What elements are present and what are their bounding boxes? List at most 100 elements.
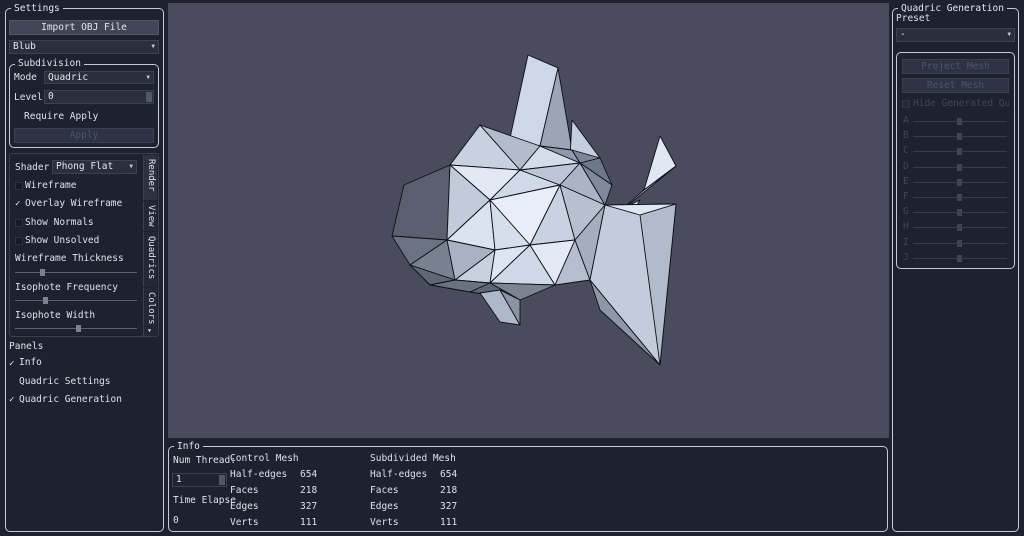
panel-toggle-info[interactable]: Info xyxy=(19,357,42,369)
slider-label-c: C xyxy=(903,145,909,157)
isophote-frequency-handle[interactable] xyxy=(43,297,48,304)
isophote-frequency-label: Isophote Frequency xyxy=(15,282,118,293)
control-verts-label: Verts xyxy=(230,517,259,528)
show-normals-checkbox[interactable] xyxy=(15,219,23,227)
subdivided-edges-value: 327 xyxy=(440,501,458,512)
subdivided-half-edges-label: Half-edges xyxy=(370,469,428,480)
3d-viewport[interactable] xyxy=(168,3,889,438)
settings-title: Settings xyxy=(11,3,63,14)
show-unsolved-checkbox[interactable] xyxy=(15,237,23,245)
subdivided-half-edges-value: 654 xyxy=(440,469,458,480)
preset-select[interactable]: - ▼ xyxy=(896,28,1015,42)
shader-label: Shader xyxy=(15,162,50,173)
control-edges-label: Edges xyxy=(230,501,259,512)
apply-button[interactable]: Apply xyxy=(14,128,154,143)
slider-label-h: H xyxy=(903,221,909,233)
shader-select[interactable]: Phong Flat ▼ xyxy=(52,160,137,174)
quadric-generation-check-icon[interactable]: ✓ xyxy=(9,395,14,405)
num-threads-label: Num Thread: xyxy=(173,455,236,466)
tab-colors[interactable]: Colors xyxy=(143,288,157,326)
model-select[interactable]: Blub ▼ xyxy=(9,40,159,54)
wireframe-checkbox[interactable] xyxy=(15,182,23,190)
control-mesh-title: Control Mesh xyxy=(230,453,299,464)
control-edges-value: 327 xyxy=(300,501,318,512)
model-select-value: Blub xyxy=(13,41,36,52)
hide-generated-label: Hide Generated Quad xyxy=(913,98,1009,109)
mesh-render xyxy=(391,54,677,366)
mode-select-value: Quadric xyxy=(48,72,89,83)
control-verts-value: 111 xyxy=(300,517,318,528)
quadric-slider-handle-b[interactable] xyxy=(957,133,962,141)
tab-view[interactable]: View xyxy=(143,201,157,231)
show-unsolved-label: Show Unsolved xyxy=(25,235,100,246)
show-normals-label: Show Normals xyxy=(25,217,94,228)
control-half-edges-label: Half-edges xyxy=(230,469,288,480)
overlay-wireframe-check-icon[interactable]: ✓ xyxy=(15,199,20,209)
subdivided-faces-label: Faces xyxy=(370,485,399,496)
slider-label-e: E xyxy=(903,175,909,187)
slider-label-i: I xyxy=(903,236,909,248)
quadric-slider-handle-d[interactable] xyxy=(957,163,962,171)
slider-label-f: F xyxy=(903,191,909,202)
mode-label: Mode xyxy=(14,72,37,83)
wireframe-thickness-handle[interactable] xyxy=(40,269,45,276)
tab-quadrics[interactable]: Quadrics xyxy=(143,232,157,287)
chevron-down-icon: ▼ xyxy=(1007,31,1011,38)
level-label: Level xyxy=(14,92,43,103)
slider-label-g: G xyxy=(903,206,909,218)
overlay-wireframe-label: Overlay Wireframe xyxy=(25,198,123,209)
slider-label-a: A xyxy=(903,115,909,126)
slider-label-b: B xyxy=(903,130,909,142)
num-threads-value: 1 xyxy=(176,474,182,485)
control-half-edges-value: 654 xyxy=(300,469,318,480)
subdivided-verts-label: Verts xyxy=(370,517,399,528)
tab-scroll-down[interactable]: ▼ xyxy=(143,327,157,336)
project-mesh-button[interactable]: Project Mesh xyxy=(902,59,1009,74)
subdivided-edges-label: Edges xyxy=(370,501,399,512)
quadric-slider-handle-h[interactable] xyxy=(957,224,962,232)
isophote-width-label: Isophote Width xyxy=(15,310,96,321)
isophote-frequency-slider[interactable] xyxy=(15,300,137,301)
chevron-down-icon: ▼ xyxy=(146,74,150,81)
quadric-slider-handle-i[interactable] xyxy=(957,239,962,247)
slider-label-j: J xyxy=(903,251,909,263)
quadric-slider-handle-e[interactable] xyxy=(957,178,962,186)
hide-generated-checkbox[interactable] xyxy=(902,100,910,108)
num-threads-stepper[interactable]: 1 xyxy=(172,473,227,487)
level-stepper[interactable]: 0 xyxy=(44,90,154,104)
stepper-icon[interactable] xyxy=(146,92,152,102)
info-title: Info xyxy=(174,441,203,452)
panel-toggle-quadric-settings[interactable]: Quadric Settings xyxy=(19,376,111,388)
level-value: 0 xyxy=(48,91,54,102)
quadric-slider-handle-f[interactable] xyxy=(957,194,962,201)
slider-label-d: D xyxy=(903,160,909,172)
preset-select-value: - xyxy=(900,29,906,40)
panels-title: Panels xyxy=(9,341,44,352)
subdivision-title: Subdivision xyxy=(15,58,84,69)
tab-render[interactable]: Render xyxy=(143,155,157,200)
shader-select-value: Phong Flat xyxy=(56,161,114,172)
stepper-icon[interactable] xyxy=(219,475,225,485)
wireframe-label: Wireframe xyxy=(25,180,77,191)
quadric-slider-handle-a[interactable] xyxy=(957,118,962,125)
time-elapsed-value: 0 xyxy=(173,515,179,526)
panel-toggle-quadric-generation[interactable]: Quadric Generation xyxy=(19,394,122,406)
preset-label: Preset xyxy=(896,13,931,24)
time-elapsed-label: Time Elapse xyxy=(173,495,236,506)
chevron-down-icon: ▼ xyxy=(151,43,155,50)
control-faces-value: 218 xyxy=(300,485,318,496)
chevron-down-icon: ▼ xyxy=(148,328,152,334)
isophote-width-handle[interactable] xyxy=(76,325,81,332)
require-apply-label[interactable]: Require Apply xyxy=(24,111,98,123)
info-check-icon[interactable]: ✓ xyxy=(9,359,14,369)
wireframe-thickness-slider[interactable] xyxy=(15,272,137,273)
import-obj-button[interactable]: Import OBJ File xyxy=(9,20,159,35)
subdivided-faces-value: 218 xyxy=(440,485,458,496)
quadric-slider-handle-g[interactable] xyxy=(957,209,962,217)
quadric-slider-handle-c[interactable] xyxy=(957,148,962,156)
mode-select[interactable]: Quadric ▼ xyxy=(44,71,154,84)
reset-mesh-button[interactable]: Reset Mesh xyxy=(902,78,1009,93)
chevron-down-icon: ▼ xyxy=(129,163,133,170)
quadric-slider-handle-j[interactable] xyxy=(957,254,962,262)
subdivided-verts-value: 111 xyxy=(440,517,458,528)
